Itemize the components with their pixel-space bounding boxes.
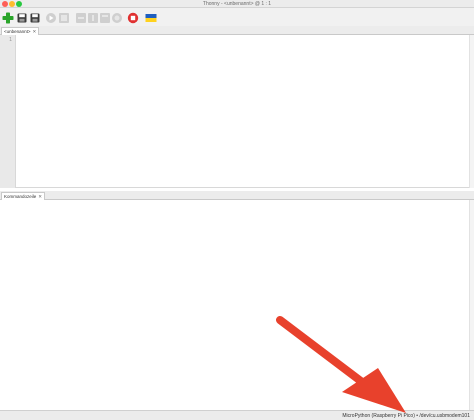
play-icon — [46, 13, 56, 23]
toolbar — [0, 8, 474, 26]
step-over-icon — [76, 13, 86, 23]
shell-tab-strip: Kommandozeile ✕ — [0, 191, 474, 200]
shell-tab-close-icon[interactable]: ✕ — [38, 193, 42, 200]
floppy-icon — [30, 13, 40, 23]
run-button[interactable] — [45, 12, 57, 24]
title-bar: Thonny - <unbenannt> @ 1 : 1 — [0, 0, 474, 8]
support-ukraine-button[interactable] — [145, 12, 157, 24]
editor-tab[interactable]: <unbenannt> ✕ — [1, 27, 40, 35]
line-number: 1 — [8, 37, 12, 43]
step-out-icon — [100, 13, 110, 23]
open-file-button[interactable] — [16, 12, 28, 24]
save-file-button[interactable] — [29, 12, 41, 24]
flag-icon — [145, 14, 157, 22]
step-over-button[interactable] — [75, 12, 87, 24]
window-title: Thonny - <unbenannt> @ 1 : 1 — [202, 1, 272, 7]
step-into-icon — [88, 13, 98, 23]
resume-icon — [112, 13, 122, 23]
step-out-button[interactable] — [99, 12, 111, 24]
plus-icon — [2, 12, 14, 24]
debug-button[interactable] — [58, 12, 70, 24]
new-file-button[interactable] — [2, 12, 14, 24]
line-number-gutter: 1 — [0, 35, 16, 188]
annotation-arrow-icon — [276, 316, 406, 413]
open-icon — [17, 13, 27, 23]
editor-tab-close-icon[interactable]: ✕ — [33, 28, 37, 35]
code-editor[interactable]: 1 — [0, 35, 474, 188]
debug-icon — [59, 13, 69, 23]
editor-tab-strip: <unbenannt> ✕ — [0, 26, 474, 35]
shell-scrollbar[interactable] — [469, 200, 474, 410]
editor-tab-label: <unbenannt> — [4, 29, 31, 34]
step-into-button[interactable] — [87, 12, 99, 24]
shell-tab[interactable]: Kommandozeile ✕ — [1, 192, 46, 200]
stop-button[interactable] — [127, 12, 139, 24]
stop-icon — [127, 12, 139, 24]
shell-tab-label: Kommandozeile — [4, 194, 37, 199]
resume-button[interactable] — [111, 12, 123, 24]
editor-scrollbar[interactable] — [469, 35, 474, 188]
